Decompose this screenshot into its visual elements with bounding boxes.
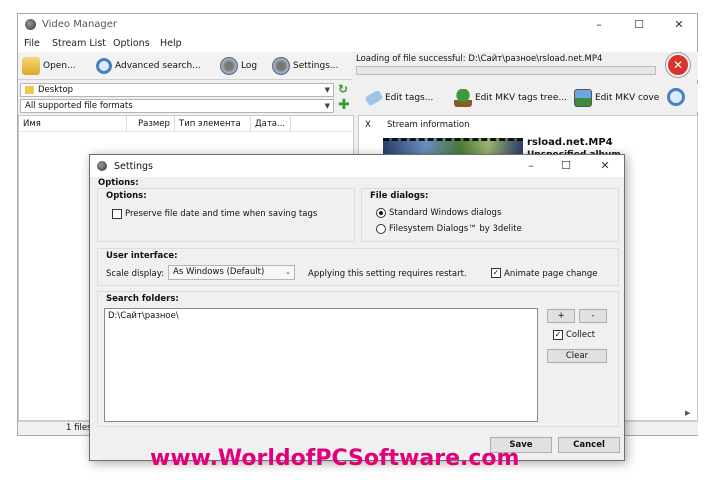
file-name: rsload.net.MP4 — [527, 137, 613, 148]
scroll-right-icon[interactable]: ▶ — [685, 409, 690, 417]
user-interface-label: User interface: — [106, 251, 178, 261]
watermark-text: www.WorldofPCSoftware.com — [150, 446, 520, 471]
magnifier-icon — [96, 58, 112, 74]
gears-icon — [220, 57, 238, 75]
options-group: Options: Preserve file date and time whe… — [97, 188, 355, 242]
edit-mkv-cover-button[interactable]: Edit MKV cove — [574, 88, 659, 108]
refresh-icon[interactable]: ↻ — [338, 82, 348, 96]
restart-note: Applying this setting requires restart. — [308, 269, 467, 279]
tag-icon — [364, 89, 384, 107]
edit-tags-button[interactable]: Edit tags... — [364, 88, 434, 108]
column-size[interactable]: Размер — [134, 116, 175, 132]
dialog-title-bar: Settings – ☐ ✕ — [90, 155, 624, 177]
filesystem-dialogs-radio[interactable] — [376, 224, 386, 234]
user-interface-group: User interface: Scale display: As Window… — [97, 248, 619, 286]
standard-dialogs-label: Standard Windows dialogs — [389, 208, 502, 218]
app-icon — [25, 19, 36, 30]
column-stream-information: Stream information — [387, 120, 470, 130]
title-bar: Video Manager – ☐ ✕ — [18, 14, 697, 36]
standard-dialogs-radio[interactable] — [376, 208, 386, 218]
scale-display-label: Scale display: — [106, 269, 164, 279]
tree-icon — [454, 89, 472, 107]
dialog-maximize-button[interactable]: ☐ — [551, 158, 581, 174]
search-folder-item[interactable]: D:\Сайт\разное\ — [108, 311, 179, 321]
column-type[interactable]: Тип элемента — [175, 116, 251, 132]
clear-button[interactable]: Clear — [547, 349, 607, 363]
abort-icon[interactable]: ✕ — [666, 53, 690, 77]
menu-bar: File Stream List Options Help — [18, 36, 697, 52]
edit-tags-label: Edit tags... — [385, 93, 434, 103]
edit-mkv-tags-label: Edit MKV tags tree... — [475, 93, 567, 103]
collect-checkbox[interactable]: ✓ — [553, 330, 563, 340]
add-icon[interactable]: ✚ — [338, 97, 350, 113]
file-dialogs-group: File dialogs: Standard Windows dialogs F… — [361, 188, 619, 242]
open-label: Open... — [43, 61, 76, 71]
advanced-search-button[interactable]: Advanced search... — [96, 56, 201, 76]
menu-options[interactable]: Options — [113, 38, 150, 49]
log-label: Log — [241, 61, 258, 71]
status-area: Loading of file successful: D:\Сайт\разн… — [354, 52, 698, 80]
folder-icon — [22, 57, 40, 75]
search-folders-label: Search folders: — [106, 294, 179, 304]
settings-dialog: Settings – ☐ ✕ Options: Options: Preserv… — [89, 154, 625, 461]
edit-mkv-cover-label: Edit MKV cove — [595, 93, 660, 103]
search-folders-group: Search folders: D:\Сайт\разное\ + - ✓ Co… — [97, 291, 619, 427]
column-x: X — [365, 120, 371, 130]
minimize-button[interactable]: – — [584, 17, 614, 33]
animate-page-checkbox[interactable]: ✓ — [491, 268, 501, 278]
right-toolbar: Edit tags... Edit MKV tags tree... Edit … — [358, 84, 698, 112]
dialog-app-icon — [97, 161, 107, 171]
log-button[interactable]: Log — [220, 56, 257, 76]
filter-value: All supported file formats — [25, 101, 133, 111]
toolbar: Open... Advanced search... Log Settings.… — [18, 52, 352, 80]
column-name[interactable]: Имя — [19, 116, 127, 132]
options-header: Options: — [98, 178, 139, 188]
menu-help[interactable]: Help — [160, 38, 182, 49]
file-dialogs-label: File dialogs: — [370, 191, 429, 201]
window-title: Video Manager — [42, 19, 118, 30]
open-button[interactable]: Open... — [22, 56, 76, 76]
dialog-minimize-button[interactable]: – — [516, 158, 546, 174]
chevron-down-icon: ▼ — [324, 86, 330, 94]
filter-combo[interactable]: All supported file formats ▼ — [20, 99, 334, 113]
image-icon — [574, 89, 592, 107]
cancel-button[interactable]: Cancel — [558, 437, 620, 453]
options-group-label: Options: — [106, 191, 147, 201]
settings-gear-icon — [272, 57, 290, 75]
filesystem-dialogs-label: Filesystem Dialogs™ by 3delite — [389, 224, 522, 234]
file-list-header: Имя Размер Тип элемента Дата... — [19, 116, 353, 132]
remove-folder-button[interactable]: - — [579, 309, 607, 323]
edit-mkv-tags-button[interactable]: Edit MKV tags tree... — [454, 88, 567, 108]
file-count: 1 files — [66, 423, 92, 433]
scale-display-value: As Windows (Default) — [173, 267, 265, 277]
column-date[interactable]: Дата... — [251, 116, 291, 132]
animate-page-label: Animate page change — [504, 269, 598, 279]
advanced-search-label: Advanced search... — [115, 61, 201, 71]
location-combo[interactable]: Desktop ▼ — [20, 83, 334, 97]
menu-file[interactable]: File — [24, 38, 40, 49]
scale-display-combo[interactable]: As Windows (Default) ⌄ — [168, 265, 295, 280]
add-folder-button[interactable]: + — [547, 309, 575, 323]
menu-stream-list[interactable]: Stream List — [52, 38, 106, 49]
preserve-date-label: Preserve file date and time when saving … — [125, 209, 318, 219]
search-icon[interactable] — [667, 88, 685, 106]
settings-label: Settings... — [293, 61, 339, 71]
progress-bar — [356, 66, 656, 75]
preserve-date-checkbox[interactable] — [112, 209, 122, 219]
location-value: Desktop — [38, 85, 74, 95]
chevron-down-icon: ▼ — [324, 102, 330, 110]
close-button[interactable]: ✕ — [664, 17, 694, 33]
folder-small-icon — [25, 85, 34, 94]
settings-button[interactable]: Settings... — [272, 56, 339, 76]
dialog-close-button[interactable]: ✕ — [590, 158, 620, 174]
chevron-down-icon: ⌄ — [285, 268, 291, 276]
status-message: Loading of file successful: D:\Сайт\разн… — [356, 54, 603, 64]
collect-label: Collect — [566, 330, 596, 340]
search-folders-list[interactable]: D:\Сайт\разное\ — [104, 308, 538, 422]
maximize-button[interactable]: ☐ — [624, 17, 654, 33]
dialog-title: Settings — [114, 161, 153, 172]
